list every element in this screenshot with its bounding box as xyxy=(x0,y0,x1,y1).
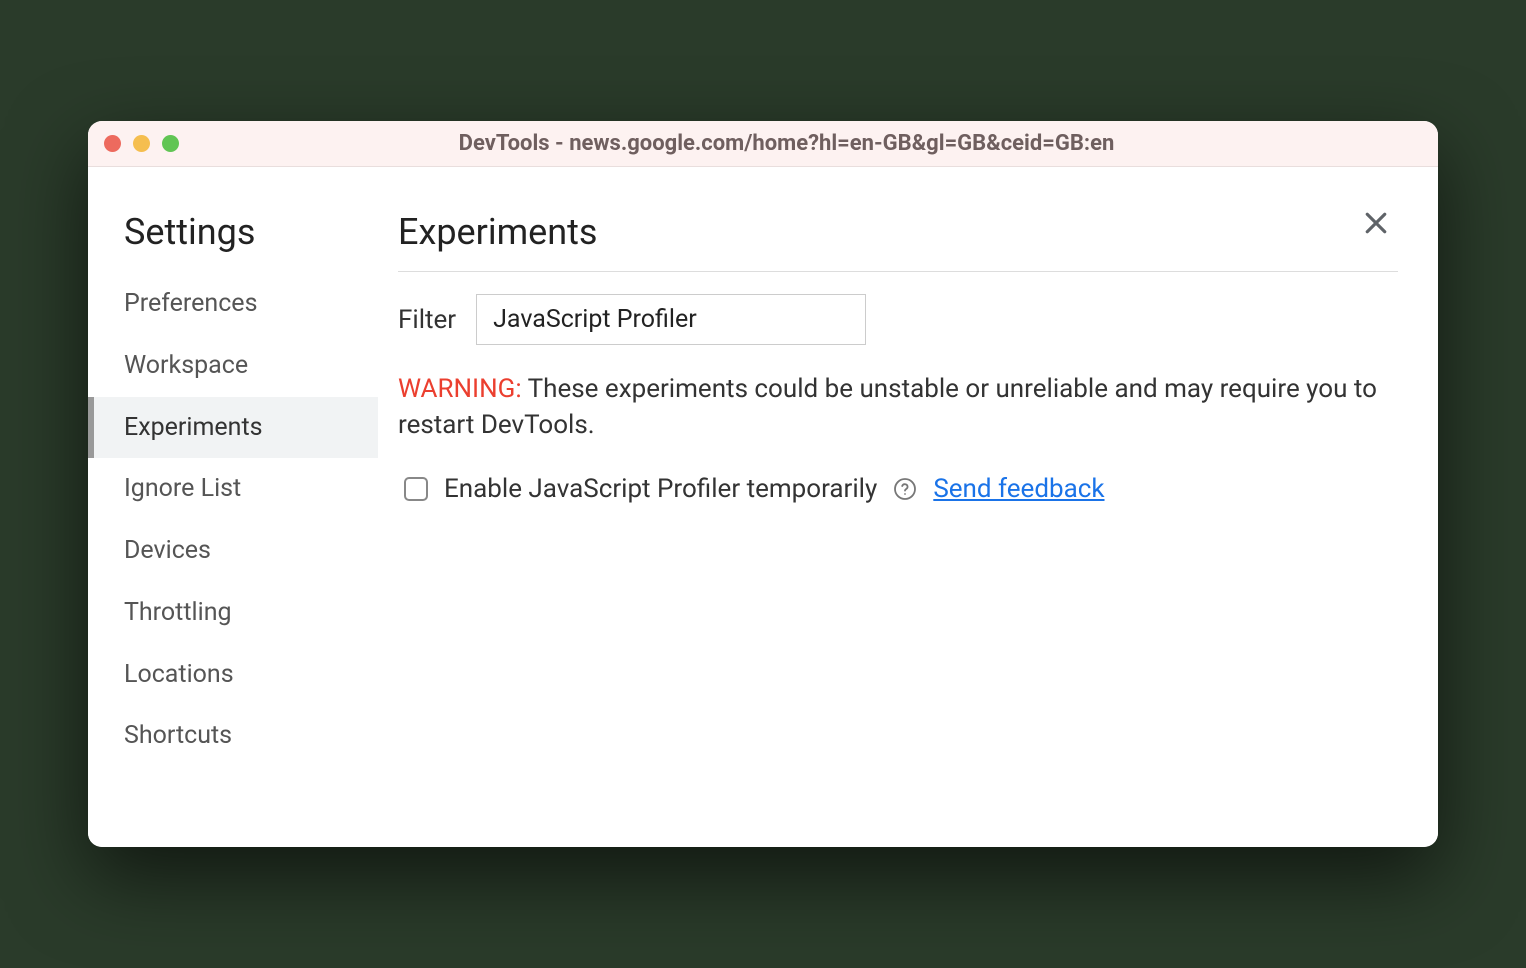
experiment-label: Enable JavaScript Profiler temporarily xyxy=(444,474,877,504)
sidebar: Settings Preferences Workspace Experimen… xyxy=(88,167,378,847)
close-settings-button[interactable] xyxy=(1358,205,1394,241)
close-icon xyxy=(1361,208,1391,238)
filter-row: Filter xyxy=(398,294,1398,345)
experiment-row: Enable JavaScript Profiler temporarily S… xyxy=(398,474,1398,504)
window-title: DevTools - news.google.com/home?hl=en-GB… xyxy=(231,131,1342,156)
sidebar-title: Settings xyxy=(88,211,378,273)
maximize-window-button[interactable] xyxy=(162,135,179,152)
content-panel: Experiments Filter WARNING: These experi… xyxy=(378,167,1438,847)
filter-label: Filter xyxy=(398,305,456,335)
sidebar-item-shortcuts[interactable]: Shortcuts xyxy=(88,705,378,767)
titlebar: DevTools - news.google.com/home?hl=en-GB… xyxy=(88,121,1438,167)
warning-body: These experiments could be unstable or u… xyxy=(398,374,1377,440)
settings-body: Settings Preferences Workspace Experimen… xyxy=(88,167,1438,847)
traffic-lights xyxy=(104,135,179,152)
warning-prefix: WARNING: xyxy=(398,374,522,404)
devtools-window: DevTools - news.google.com/home?hl=en-GB… xyxy=(88,121,1438,847)
filter-input[interactable] xyxy=(476,294,866,345)
sidebar-item-workspace[interactable]: Workspace xyxy=(88,335,378,397)
question-circle-icon xyxy=(893,477,917,501)
sidebar-item-preferences[interactable]: Preferences xyxy=(88,273,378,335)
help-button[interactable] xyxy=(893,477,917,501)
close-window-button[interactable] xyxy=(104,135,121,152)
page-title: Experiments xyxy=(398,211,1398,272)
minimize-window-button[interactable] xyxy=(133,135,150,152)
warning-text: WARNING: These experiments could be unst… xyxy=(398,371,1398,444)
sidebar-item-locations[interactable]: Locations xyxy=(88,644,378,706)
send-feedback-link[interactable]: Send feedback xyxy=(933,474,1104,504)
sidebar-item-ignore-list[interactable]: Ignore List xyxy=(88,458,378,520)
sidebar-item-devices[interactable]: Devices xyxy=(88,520,378,582)
sidebar-item-throttling[interactable]: Throttling xyxy=(88,582,378,644)
sidebar-item-experiments[interactable]: Experiments xyxy=(88,397,378,459)
enable-js-profiler-checkbox[interactable] xyxy=(404,477,428,501)
